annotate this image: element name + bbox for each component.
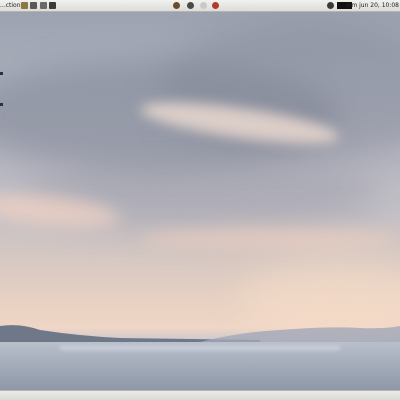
text-editor-icon[interactable] (21, 2, 28, 9)
notes-icon[interactable] (200, 2, 207, 9)
desktop-icon[interactable] (0, 72, 3, 75)
sea-glare (60, 346, 340, 350)
clock[interactable]: dim jun 20, 10:08 (346, 0, 399, 11)
top-panel: ...ctions dim jun 20, 10:08 (0, 0, 400, 12)
cloud-highlight (140, 228, 400, 250)
image-viewer-icon[interactable] (187, 2, 194, 9)
ubuntu-logo-icon[interactable] (173, 2, 180, 9)
terminal-icon[interactable] (49, 2, 56, 9)
help-icon[interactable] (30, 2, 37, 9)
desktop-wallpaper (0, 0, 400, 400)
bottom-panel (0, 390, 400, 400)
search-icon[interactable] (40, 2, 47, 9)
desktop-icon[interactable] (0, 103, 3, 106)
network-icon[interactable] (327, 2, 334, 9)
ssh-icon[interactable] (212, 2, 219, 9)
